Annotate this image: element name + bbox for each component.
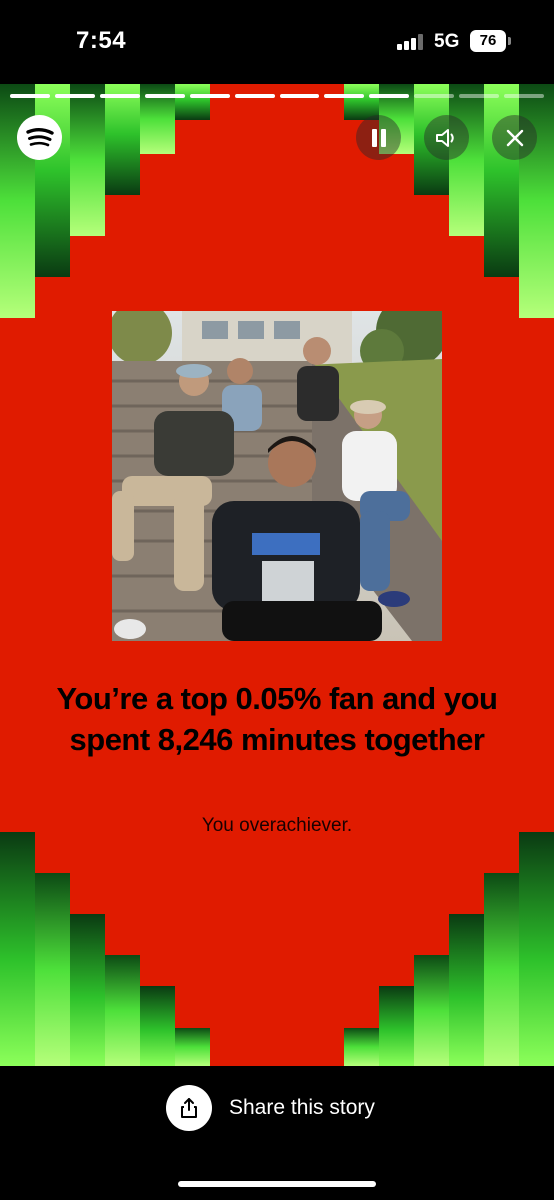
network-type: 5G — [434, 31, 460, 52]
status-bar: 7:54 5G 76 — [0, 0, 554, 84]
status-time: 7:54 — [76, 27, 127, 54]
sound-button[interactable] — [424, 115, 469, 160]
progress-segment — [279, 94, 320, 98]
story-card[interactable]: You’re a top 0.05% fan and you spent 8,2… — [0, 84, 554, 1066]
battery-icon: 76 — [470, 30, 506, 52]
story-headline: You’re a top 0.05% fan and you spent 8,2… — [56, 681, 498, 757]
progress-segment — [54, 94, 95, 98]
progress-segment — [144, 94, 185, 98]
pause-icon — [371, 128, 386, 147]
story-progress — [10, 94, 545, 98]
battery-nub — [508, 37, 511, 45]
progress-segment — [324, 94, 365, 98]
share-bar: Share this story — [0, 1066, 554, 1200]
progress-segment — [459, 94, 500, 98]
progress-segment — [99, 94, 140, 98]
progress-segment — [504, 94, 545, 98]
spotify-logo-icon — [17, 115, 62, 160]
progress-segment — [189, 94, 230, 98]
share-icon — [166, 1085, 212, 1131]
progress-segment — [414, 94, 455, 98]
progress-segment — [234, 94, 275, 98]
share-story-button[interactable]: Share this story — [166, 1085, 396, 1131]
signal-icon — [397, 34, 425, 50]
artist-photo — [112, 311, 442, 641]
share-story-label: Share this story — [229, 1096, 375, 1119]
story-subline: You overachiever. — [201, 815, 353, 836]
home-indicator[interactable] — [178, 1181, 376, 1187]
progress-segment — [369, 94, 410, 98]
progress-segment — [10, 94, 50, 98]
pause-button[interactable] — [356, 115, 401, 160]
speaker-icon — [435, 128, 454, 147]
close-button[interactable] — [492, 115, 537, 160]
close-icon — [506, 129, 523, 146]
